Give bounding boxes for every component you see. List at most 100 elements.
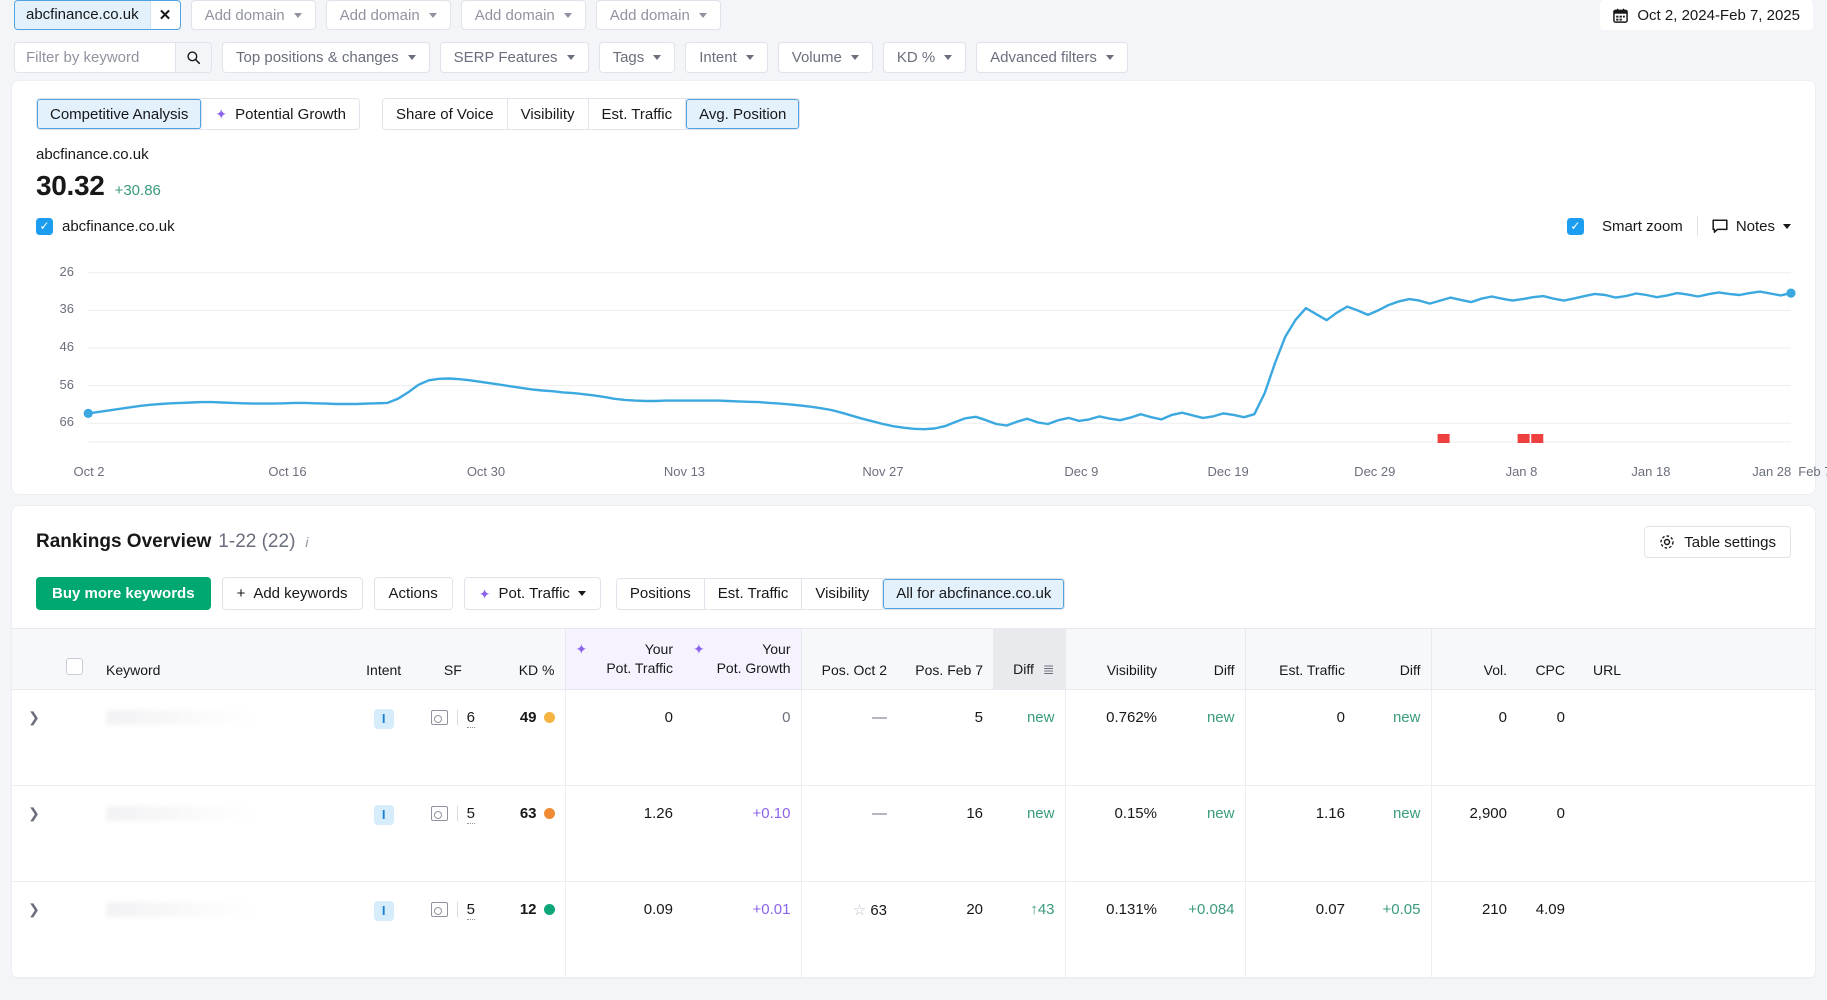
col-pot-traffic[interactable]: ✦ Your Pot. Traffic [564,628,683,690]
pot-traffic-dropdown[interactable]: ✦ Pot. Traffic [463,577,601,610]
sf-cell: 5 [420,881,485,978]
smart-zoom-checkbox[interactable]: ✓ [1566,217,1584,235]
add-domain-button-3[interactable]: Add domain [460,0,586,30]
url-cell[interactable] [1575,881,1815,978]
keyword-cell[interactable] [96,689,347,786]
col-vis-diff[interactable]: Diff [1167,628,1245,690]
serp-feature-icon[interactable] [430,902,448,918]
chevron-right-icon[interactable]: ❯ [28,901,40,917]
add-domain-button-2[interactable]: Add domain [325,0,451,30]
smart-zoom-label: Smart zoom [1601,217,1683,235]
tab-competitive-analysis[interactable]: Competitive Analysis [37,99,203,129]
tab-label: Visibility [815,585,870,602]
add-keywords-button[interactable]: + Add keywords [221,577,363,610]
table-row[interactable]: ❯ I 6 49 0 0—5 new 0.762% new 0 new 0 0 [12,689,1815,786]
tab-est-traffic-table[interactable]: Est. Traffic [705,578,803,609]
intent-badge[interactable]: I [373,900,394,921]
col-vol[interactable]: Vol. [1430,628,1517,690]
col-pos-diff[interactable]: Diff ≣ [993,628,1065,690]
notes-button[interactable]: Notes [1712,218,1791,235]
actions-button[interactable]: Actions [373,577,453,610]
sf-cell: 5 [420,785,485,882]
filter-serp-features[interactable]: SERP Features [439,41,589,73]
est-traffic-cell: 0.07 [1244,881,1355,978]
keyword-cell[interactable] [96,785,347,882]
expand-cell[interactable]: ❯ [12,881,56,978]
sf-count[interactable]: 6 [466,708,475,728]
add-domain-button-4[interactable]: Add domain [595,0,721,30]
intent-badge[interactable]: I [373,708,394,729]
expand-cell[interactable]: ❯ [12,785,56,882]
tab-potential-growth[interactable]: ✦ Potential Growth [202,99,359,129]
filter-intent[interactable]: Intent [685,41,768,73]
filter-tags[interactable]: Tags [598,41,676,73]
col-cpc[interactable]: CPC [1517,628,1575,690]
table-settings-button[interactable]: Table settings [1644,526,1791,558]
url-cell[interactable] [1575,689,1815,786]
col-pot-growth[interactable]: ✦ Your Pot. Growth [683,628,801,690]
x-tick-label: Jan 8 [1505,464,1538,479]
series-checkbox[interactable]: ✓ [36,217,53,235]
col-et-diff[interactable]: Diff [1355,628,1431,690]
serp-feature-icon[interactable] [430,806,448,822]
sparkle-icon: ✦ [215,106,228,122]
tab-visibility[interactable]: Visibility [508,99,589,129]
col-est-traffic[interactable]: Est. Traffic [1244,628,1355,690]
avg-position-chart[interactable]: 26 36 46 56 66 Oct 2 Oct 16 Oct 30 Nov 13 Nov 27… [12,236,1827,494]
filter-label: Volume [791,48,842,66]
row-select-cell[interactable] [56,689,96,786]
date-range-picker[interactable]: Oct 2, 2024-Feb 7, 2025 [1600,0,1813,30]
chevron-right-icon[interactable]: ❯ [28,709,40,725]
tab-all-for-domain[interactable]: All for abcfinance.co.uk [883,578,1065,609]
close-icon[interactable]: ✕ [149,1,180,29]
tab-est-traffic[interactable]: Est. Traffic [589,99,687,129]
filter-volume[interactable]: Volume [777,41,873,73]
col-pos-diff-label: Diff [1013,660,1034,677]
expand-cell[interactable]: ❯ [12,689,56,786]
col-intent[interactable]: Intent [346,628,421,690]
col-url[interactable]: URL [1575,628,1815,690]
tab-avg-position[interactable]: Avg. Position [686,99,800,129]
add-domain-button-1[interactable]: Add domain [190,0,316,30]
chevron-down-icon [293,12,302,18]
info-icon[interactable]: i [305,534,308,550]
tab-share-of-voice[interactable]: Share of Voice [383,99,508,129]
chevron-down-icon [653,54,662,60]
select-all-checkbox[interactable] [66,657,83,675]
plus-icon: + [236,585,246,602]
col-kd[interactable]: KD % [485,628,565,690]
col-visibility[interactable]: Visibility [1064,628,1167,690]
search-input[interactable] [15,42,175,72]
active-domain-chip[interactable]: abcfinance.co.uk ✕ [14,0,181,30]
kd-cell: 49 [485,689,565,786]
search-icon[interactable] [175,42,211,72]
pos-end-cell: 5 [897,689,993,786]
col-pos-start[interactable]: Pos. Oct 2 [800,628,897,690]
filter-advanced[interactable]: Advanced filters [976,41,1128,73]
col-pos-end[interactable]: Pos. Feb 7 [897,628,993,690]
note-icon [1712,219,1728,233]
tab-positions[interactable]: Positions [617,578,705,609]
sf-count[interactable]: 5 [466,900,475,920]
chart-plot-area[interactable] [30,246,1797,456]
sf-count[interactable]: 5 [466,804,475,824]
table-row[interactable]: ❯ I 5 12 0.09 +0.01 ☆ 63 20 ↑43 0.131% +0.084 0.07 +0… [12,881,1815,978]
filter-kd[interactable]: KD % [882,41,967,73]
table-header: Keyword Intent SF KD % ✦ Your Pot. Traff… [12,628,1815,690]
keyword-filter[interactable] [14,41,212,73]
filter-top-positions[interactable]: Top positions & changes [222,41,430,73]
buy-more-keywords-button[interactable]: Buy more keywords [36,577,211,610]
keyword-cell[interactable] [96,881,347,978]
x-tick-label: Oct 16 [268,464,307,479]
kd-cell: 63 [485,785,565,882]
intent-badge[interactable]: I [373,804,394,825]
chevron-right-icon[interactable]: ❯ [28,805,40,821]
table-row[interactable]: ❯ I 5 63 1.26 +0.10 —16 new 0.15% new 1.16 new 2,900… [12,785,1815,882]
col-sf[interactable]: SF [420,628,485,690]
col-keyword[interactable]: Keyword [96,628,347,690]
serp-feature-icon[interactable] [430,710,448,726]
row-select-cell[interactable] [56,785,96,882]
url-cell[interactable] [1575,785,1815,882]
tab-visibility-table[interactable]: Visibility [802,578,884,609]
row-select-cell[interactable] [56,881,96,978]
